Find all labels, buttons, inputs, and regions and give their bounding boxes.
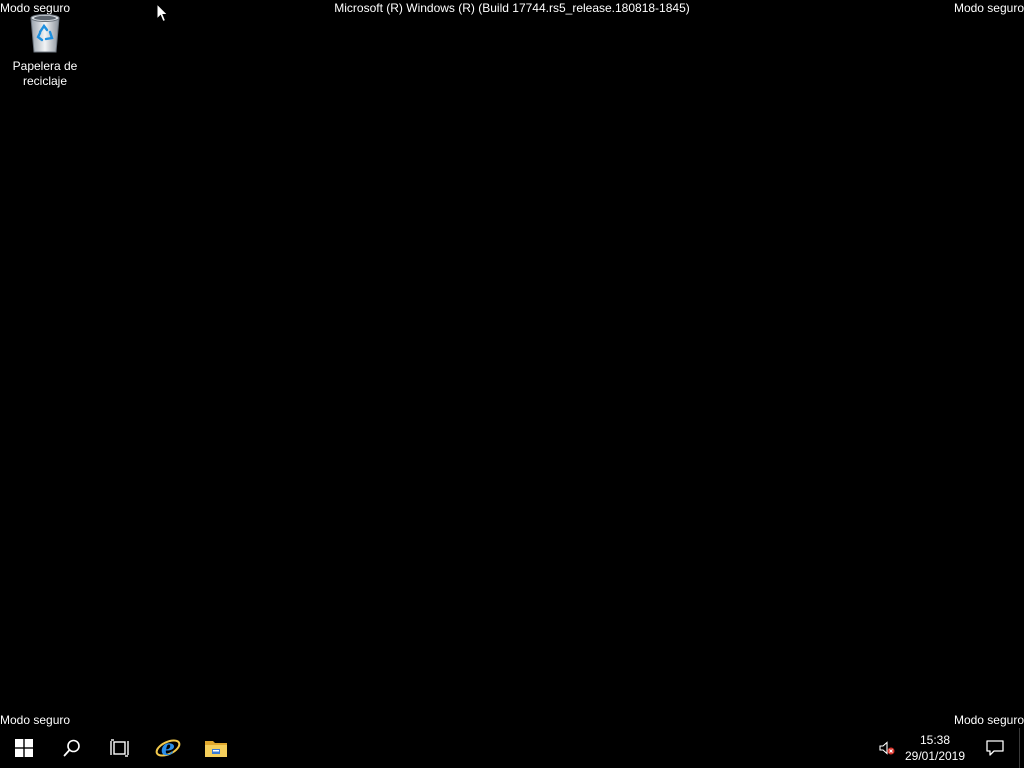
search-icon — [63, 739, 80, 757]
start-button[interactable] — [0, 728, 48, 768]
folder-icon — [205, 741, 227, 757]
speaker-muted-icon — [879, 741, 895, 755]
safe-mode-label-top-right: Modo seguro — [953, 1, 1024, 15]
windows-logo-icon — [15, 739, 33, 757]
desktop[interactable]: Modo seguro Microsoft (R) Windows (R) (B… — [0, 0, 1024, 728]
internet-explorer-icon: e — [155, 735, 181, 761]
recycle-bin-label: Papelera de reciclaje — [12, 59, 78, 88]
clock-time: 15:38 — [919, 733, 951, 747]
internet-explorer-button[interactable]: e — [144, 728, 192, 768]
desktop-icon-recycle-bin[interactable]: Papelera de reciclaje — [6, 10, 84, 89]
system-tray: 15:38 29/01/2019 — [875, 728, 1024, 768]
taskbar: e 15:38 29/01/2019 — [0, 728, 1024, 768]
volume-button[interactable] — [875, 728, 899, 768]
mouse-cursor-icon — [156, 3, 169, 23]
svg-text:e: e — [161, 735, 175, 761]
search-button[interactable] — [48, 728, 96, 768]
clock[interactable]: 15:38 29/01/2019 — [899, 728, 971, 768]
build-info: Microsoft (R) Windows (R) (Build 17744.r… — [334, 1, 690, 15]
clock-date: 29/01/2019 — [904, 749, 966, 763]
task-view-button[interactable] — [96, 728, 144, 768]
task-view-icon — [110, 739, 129, 757]
recycle-bin-icon — [30, 14, 60, 53]
safe-mode-label-bottom-left: Modo seguro — [0, 713, 71, 727]
safe-mode-label-bottom-right: Modo seguro — [953, 713, 1024, 727]
show-desktop-button[interactable] — [1019, 728, 1024, 768]
action-center-button[interactable] — [971, 728, 1019, 768]
file-explorer-button[interactable] — [192, 728, 240, 768]
action-center-icon — [986, 740, 1004, 756]
